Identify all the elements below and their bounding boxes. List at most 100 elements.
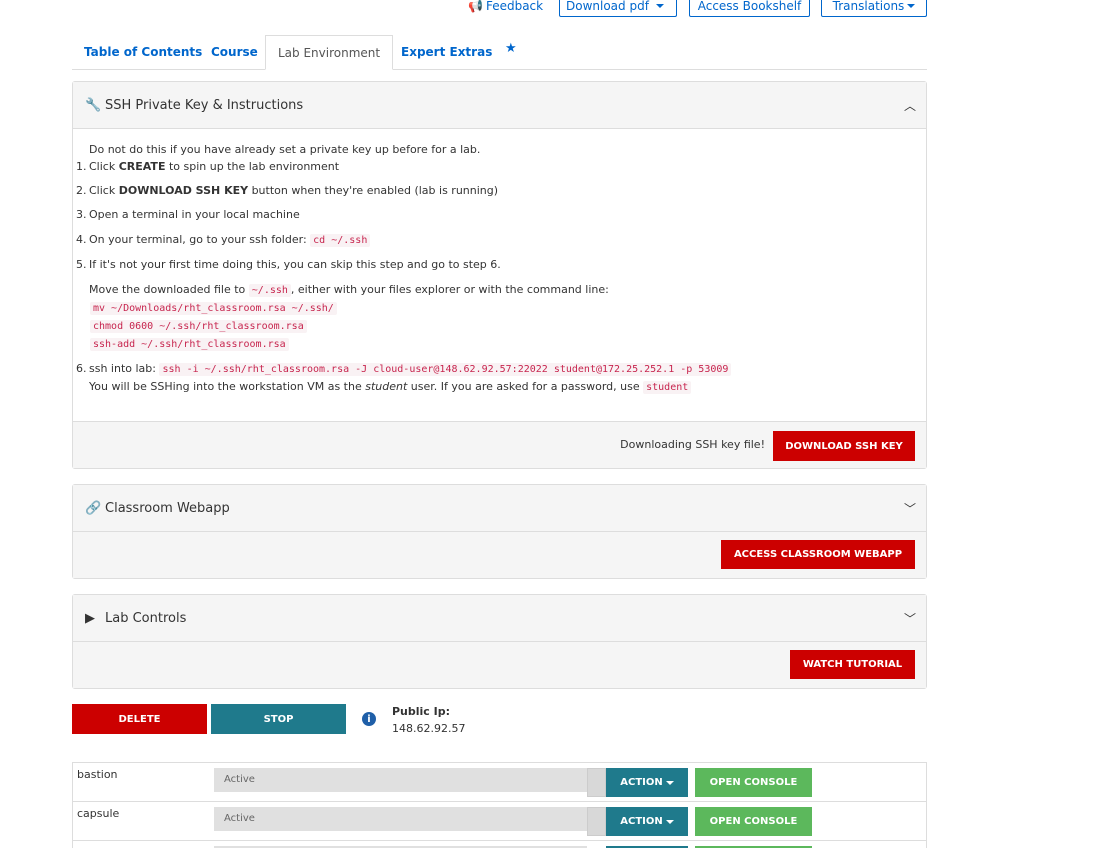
ssh-panel-header[interactable]: 🔧 SSH Private Key & Instructions ︿ — [73, 82, 926, 129]
lab-page: 📢 Feedback Download pdf Access Bookshelf … — [0, 0, 1099, 848]
command-1-code: mv ~/Downloads/rht_classroom.rsa ~/.ssh/ — [90, 302, 337, 315]
open-console-button[interactable]: OPEN CONSOLE — [695, 807, 812, 836]
public-ip-value: 148.62.92.57 — [392, 722, 466, 735]
step-1-text: Click — [89, 160, 119, 173]
tab-lab-environment[interactable]: Lab Environment — [265, 35, 394, 70]
step-4-text: On your terminal, go to your ssh folder: — [89, 233, 311, 246]
caret-down-icon — [907, 4, 916, 8]
download-ssh-key-button[interactable]: DOWNLOAD SSH KEY — [773, 431, 915, 461]
step-number: 4. — [76, 233, 87, 246]
course-tabs: Table of Contents Course Lab Environment… — [72, 35, 927, 70]
step-number: 6. — [76, 362, 87, 375]
table-row — [73, 841, 926, 848]
tab-table-of-contents[interactable]: Table of Contents — [84, 35, 202, 70]
vm-name: bastion — [77, 768, 118, 781]
step-2-bold: DOWNLOAD SSH KEY — [118, 184, 249, 197]
move-text: Move the downloaded file to — [89, 283, 249, 296]
translations-dropdown[interactable]: Translations — [821, 0, 927, 17]
lab-controls-title: Lab Controls — [105, 610, 187, 626]
webapp-panel-title: Classroom Webapp — [105, 500, 230, 516]
command-1: mv ~/Downloads/rht_classroom.rsa ~/.ssh/ — [90, 301, 337, 315]
step-number: 5. — [76, 258, 87, 271]
step-6-code: ssh -i ~/.ssh/rht_classroom.rsa -J cloud… — [159, 363, 732, 376]
access-bookshelf-button[interactable]: Access Bookshelf — [689, 0, 810, 17]
vm-table: bastion Active ACTION OPEN CONSOLE capsu… — [72, 762, 927, 848]
step-number: 2. — [76, 184, 87, 197]
lab-control-row: DELETE STOP i Public Ip: 148.62.92.57 — [72, 704, 927, 738]
step-number: 3. — [76, 208, 87, 221]
stop-button[interactable]: STOP — [211, 704, 346, 734]
move-instructions: Move the downloaded file to ~/.ssh, eith… — [89, 283, 609, 297]
access-classroom-webapp-button[interactable]: ACCESS CLASSROOM WEBAPP — [721, 540, 915, 569]
ssh-key-panel: 🔧 SSH Private Key & Instructions ︿ Do no… — [72, 81, 927, 469]
lab-controls-panel: ▶ Lab Controls ﹀ WATCH TUTORIAL — [72, 594, 927, 689]
vm-status: Active — [214, 768, 587, 792]
translations-label: Translations — [832, 0, 905, 13]
table-row: capsule Active ACTION OPEN CONSOLE — [73, 802, 926, 841]
step-6: ssh into lab: ssh -i ~/.ssh/rht_classroo… — [89, 362, 732, 376]
downloading-status: Downloading SSH key file! — [620, 438, 765, 451]
ssh-note-user: student — [365, 380, 408, 393]
step-1: Click CREATE to spin up the lab environm… — [89, 160, 339, 173]
tab-course[interactable]: Course — [211, 35, 258, 70]
chevron-down-icon[interactable]: ﹀ — [904, 610, 916, 627]
step-2-text: Click — [89, 184, 119, 197]
vm-action-label: ACTION — [620, 816, 663, 827]
command-3: ssh-add ~/.ssh/rht_classroom.rsa — [90, 337, 289, 351]
command-2: chmod 0600 ~/.ssh/rht_classroom.rsa — [90, 319, 307, 333]
delete-button[interactable]: DELETE — [72, 704, 207, 734]
step-4-code: cd ~/.ssh — [310, 234, 371, 247]
move-code: ~/.ssh — [248, 284, 291, 297]
tab-favorites-star-icon[interactable]: ★ — [505, 32, 517, 67]
vm-status: Active — [214, 807, 587, 831]
feedback-link[interactable]: 📢 Feedback — [468, 0, 543, 13]
caret-down-icon — [665, 780, 674, 785]
ssh-note-text: You will be SSHing into the workstation … — [89, 380, 366, 393]
ssh-panel-title: SSH Private Key & Instructions — [105, 97, 304, 113]
info-icon[interactable]: i — [362, 712, 376, 726]
public-ip-label: Public Ip: — [392, 705, 451, 718]
wrench-icon: 🔧 — [85, 97, 102, 113]
lab-controls-footer: WATCH TUTORIAL — [73, 642, 926, 688]
step-4: On your terminal, go to your ssh folder:… — [89, 233, 371, 247]
vm-status-handle — [587, 768, 606, 797]
ssh-note: You will be SSHing into the workstation … — [89, 380, 692, 394]
table-row: bastion Active ACTION OPEN CONSOLE — [73, 763, 926, 802]
caret-down-icon — [656, 4, 664, 8]
step-2: Click DOWNLOAD SSH KEY button when they'… — [89, 184, 498, 197]
vm-action-label: ACTION — [620, 777, 663, 788]
step-6-text: ssh into lab: — [89, 362, 160, 375]
vm-status-handle — [587, 807, 606, 836]
classroom-webapp-panel: 🔗 Classroom Webapp ﹀ ACCESS CLASSROOM WE… — [72, 484, 927, 579]
vm-action-dropdown[interactable]: ACTION — [606, 768, 688, 797]
chevron-up-icon[interactable]: ︿ — [904, 97, 916, 114]
bullhorn-icon: 📢 — [468, 0, 483, 13]
open-console-button[interactable]: OPEN CONSOLE — [695, 768, 812, 797]
step-1-rest: to spin up the lab environment — [165, 160, 340, 173]
step-5: If it's not your first time doing this, … — [89, 258, 501, 271]
vm-action-dropdown[interactable]: ACTION — [606, 807, 688, 836]
ssh-note-password: student — [643, 381, 692, 394]
ssh-intro: Do not do this if you have already set a… — [89, 143, 481, 156]
tab-expert-extras[interactable]: Expert Extras — [401, 35, 492, 70]
chevron-down-icon[interactable]: ﹀ — [904, 500, 916, 517]
command-3-code: ssh-add ~/.ssh/rht_classroom.rsa — [90, 338, 289, 351]
download-pdf-dropdown[interactable]: Download pdf — [559, 0, 677, 17]
command-2-code: chmod 0600 ~/.ssh/rht_classroom.rsa — [90, 320, 307, 333]
step-2-rest: button when they're enabled (lab is runn… — [248, 184, 499, 197]
vm-name: capsule — [77, 807, 120, 820]
lab-controls-header[interactable]: ▶ Lab Controls ﹀ — [73, 595, 926, 642]
ssh-instructions: Do not do this if you have already set a… — [73, 129, 926, 421]
step-1-bold: CREATE — [118, 160, 166, 173]
webapp-panel-header[interactable]: 🔗 Classroom Webapp ﹀ — [73, 485, 926, 532]
ssh-note-rest: user. If you are asked for a password, u… — [407, 380, 644, 393]
webapp-panel-footer: ACCESS CLASSROOM WEBAPP — [73, 532, 926, 578]
feedback-label: Feedback — [485, 0, 544, 13]
caret-down-icon — [665, 819, 674, 824]
step-3: Open a terminal in your local machine — [89, 208, 300, 221]
play-icon: ▶ — [85, 610, 95, 626]
move-rest: , either with your files explorer or wit… — [290, 283, 609, 296]
ssh-panel-footer: Downloading SSH key file! DOWNLOAD SSH K… — [73, 421, 926, 468]
link-icon: 🔗 — [85, 500, 102, 516]
watch-tutorial-button[interactable]: WATCH TUTORIAL — [790, 650, 915, 679]
